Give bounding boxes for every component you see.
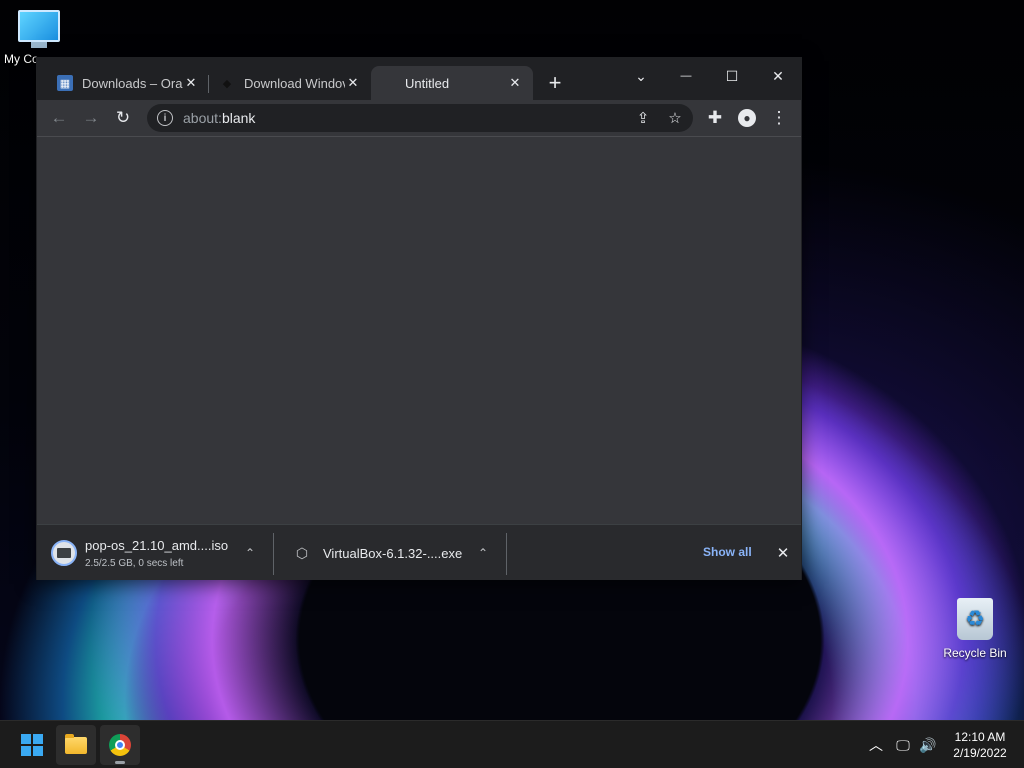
menu-kebab-icon[interactable]: ⋮ [765, 104, 793, 132]
tab-untitled[interactable]: Untitled ✕ [371, 66, 533, 100]
pin-icon: ◆ [222, 77, 232, 90]
close-download-shelf-icon[interactable]: ✕ [773, 543, 793, 563]
address-bar[interactable]: i about:blank ⇪ ☆ [147, 104, 693, 132]
chrome-window: ▦ Downloads – Orac ✕ ◆ Download Windov ✕… [36, 57, 802, 580]
download-shelf: pop-os_21.10_amd....iso 2.5/2.5 GB, 0 se… [37, 524, 801, 580]
download-item[interactable]: ⬡ VirtualBox-6.1.32-....exe [289, 525, 469, 581]
chevron-up-icon[interactable]: ⌃ [473, 543, 493, 563]
tab-download-windows[interactable]: ◆ Download Windov ✕ [209, 66, 371, 100]
tab-title: Download Windov [244, 75, 345, 91]
tab-downloads-oracle[interactable]: ▦ Downloads – Orac ✕ [47, 66, 209, 100]
folder-icon [65, 733, 87, 754]
tab-title: Untitled [405, 75, 450, 91]
download-item[interactable]: pop-os_21.10_amd....iso 2.5/2.5 GB, 0 se… [51, 525, 265, 581]
extensions-puzzle-icon[interactable]: ✚ [701, 104, 729, 132]
clock-time: 12:10 AM [954, 730, 1006, 744]
url-text[interactable]: about:blank [183, 110, 255, 126]
search-tabs-button[interactable]: ⌄ [619, 62, 663, 90]
monitor-icon [18, 10, 60, 42]
chevron-up-icon[interactable]: ⌃ [240, 543, 260, 563]
volume-icon[interactable]: 🔊 [918, 735, 938, 755]
download-filename: pop-os_21.10_amd....iso [85, 537, 229, 553]
start-button[interactable] [12, 725, 52, 765]
profile-avatar-icon[interactable]: ● [733, 104, 761, 132]
show-all-downloads-link[interactable]: Show all [703, 545, 752, 559]
chrome-icon [109, 734, 131, 756]
download-status: 2.5/2.5 GB, 0 secs left [85, 557, 184, 569]
desktop-icon-recycle-bin[interactable]: ♻ Recycle Bin [940, 598, 1010, 660]
maximize-button[interactable]: ☐ [710, 62, 754, 90]
tab-title: Downloads – Orac [82, 75, 183, 91]
chevron-up-icon[interactable]: ︿ [866, 735, 886, 755]
reload-button[interactable]: ↻ [109, 104, 137, 132]
minimize-button[interactable]: — [664, 62, 708, 90]
new-tab-button[interactable]: + [543, 70, 567, 95]
package-icon: ⬡ [295, 544, 309, 561]
oracle-downloads-icon: ▦ [57, 75, 73, 91]
recycle-bin-icon: ♻ [957, 598, 993, 640]
taskbar: ︿ 🖵 🔊 12:10 AM 2/19/2022 [0, 720, 1024, 768]
bookmark-star-icon[interactable]: ☆ [665, 108, 685, 128]
download-filename: VirtualBox-6.1.32-....exe [323, 545, 463, 561]
desktop-icon-label: Recycle Bin [943, 646, 1007, 660]
tab-strip: ▦ Downloads – Orac ✕ ◆ Download Windov ✕… [37, 58, 801, 100]
page-content[interactable] [37, 136, 801, 524]
network-icon[interactable]: 🖵 [893, 735, 913, 755]
close-icon[interactable]: ✕ [183, 75, 199, 91]
forward-button[interactable]: → [77, 104, 105, 132]
browser-toolbar: ← → ↻ i about:blank ⇪ ☆ ✚ ● ⋮ [37, 100, 801, 136]
clock-date: 2/19/2022 [953, 746, 1007, 760]
file-explorer-taskbar-button[interactable] [56, 725, 96, 765]
back-button[interactable]: ← [45, 104, 73, 132]
info-icon[interactable]: i [157, 110, 173, 126]
close-icon[interactable]: ✕ [345, 75, 361, 91]
chrome-taskbar-button[interactable] [100, 725, 140, 765]
close-icon[interactable]: ✕ [507, 75, 523, 91]
windows-logo-icon [21, 734, 43, 756]
close-window-button[interactable]: ✕ [756, 62, 800, 90]
clock[interactable]: 12:10 AM 2/19/2022 [940, 729, 1020, 761]
share-icon[interactable]: ⇪ [633, 108, 653, 128]
disc-image-icon [51, 540, 77, 566]
